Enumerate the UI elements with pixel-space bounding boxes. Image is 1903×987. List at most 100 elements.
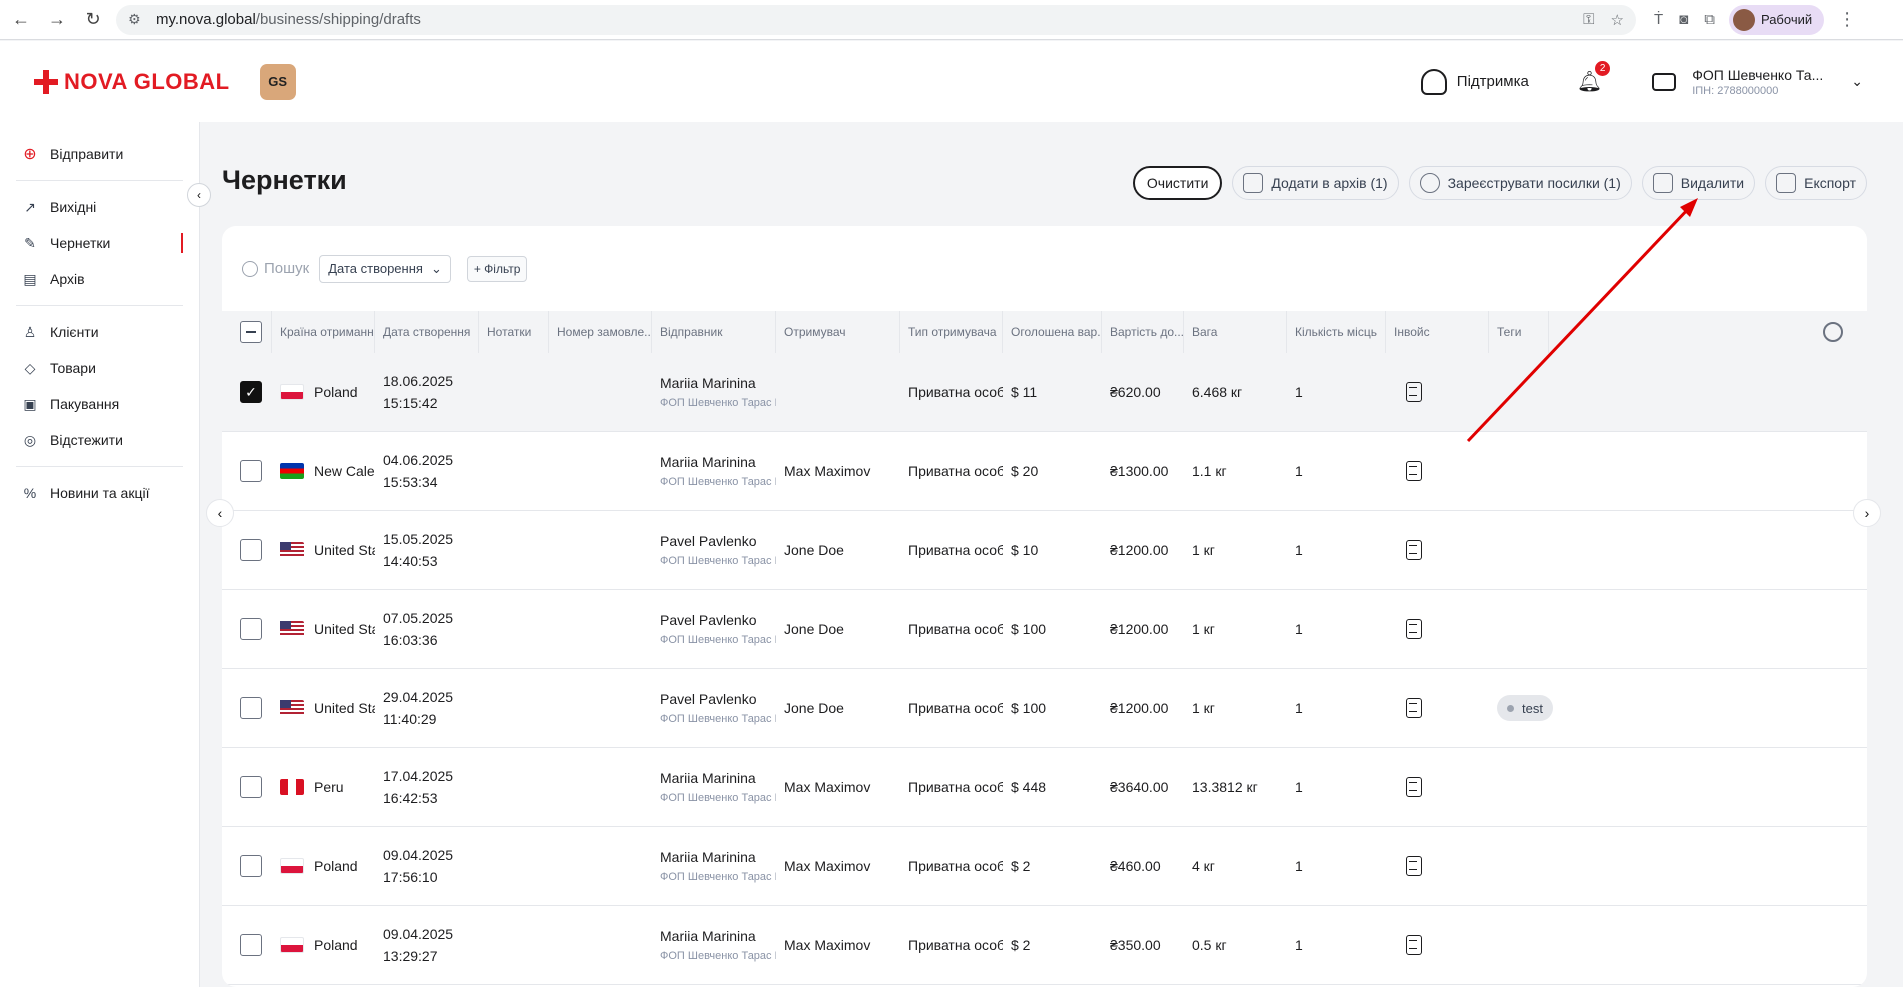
add-filter-button[interactable]: + Фільтр	[466, 255, 528, 282]
row-checkbox[interactable]	[240, 776, 262, 798]
weight: 1 кг	[1192, 700, 1215, 716]
sidebar-item-track[interactable]: ◎ Відстежити	[0, 422, 199, 458]
sender-cell: Pavel Pavlenko ФОП Шевченко Тарас Г...	[652, 669, 776, 747]
sidebar-item-send[interactable]: ⊕ Відправити	[0, 136, 199, 172]
invoice-icon[interactable]	[1406, 461, 1422, 481]
column-header[interactable]: Кількість місць	[1287, 311, 1386, 353]
column-header[interactable]: Вартість до...	[1102, 311, 1184, 353]
nova-global-logo[interactable]: NOVA GLOBAL	[34, 69, 230, 95]
select-all-checkbox[interactable]	[240, 321, 262, 343]
table-row[interactable]: Poland 09.04.2025 17:56:10 Mariia Marinina Ф…	[222, 827, 1867, 906]
extensions-puzzle-icon[interactable]: ⧉	[1704, 11, 1715, 28]
column-header[interactable]: Відправник	[652, 311, 776, 353]
extension-camera-icon[interactable]: ◙	[1679, 11, 1688, 28]
gear-icon[interactable]	[1823, 322, 1843, 342]
invoice-icon[interactable]	[1406, 382, 1422, 402]
created-time: 17:56:10	[383, 869, 438, 885]
sidebar: ⊕ Відправити ↗ Вихідні ✎ Чернетки ▤ Архі…	[0, 122, 200, 987]
invoice-icon[interactable]	[1406, 540, 1422, 560]
column-header[interactable]: Теги	[1489, 311, 1549, 353]
tags-cell	[1489, 511, 1579, 589]
weight: 0.5 кг	[1192, 937, 1227, 953]
scroll-left-button[interactable]: ‹	[206, 499, 234, 527]
invoice-icon[interactable]	[1406, 856, 1422, 876]
column-header[interactable]: Номер замовле...	[549, 311, 652, 353]
sender-company: ФОП Шевченко Тарас Г...	[660, 713, 776, 725]
annotation-arrow-head	[1680, 198, 1698, 217]
row-checkbox[interactable]	[240, 460, 262, 482]
browser-menu-icon[interactable]: ⋮	[1838, 9, 1856, 30]
column-header[interactable]: Інвойс	[1386, 311, 1489, 353]
weight-cell: 1 кг	[1184, 511, 1287, 589]
flag-icon	[280, 858, 304, 874]
row-checkbox[interactable]	[240, 855, 262, 877]
table-row[interactable]: United Stat... 29.04.2025 11:40:29 Pavel Pa…	[222, 669, 1867, 748]
sidebar-item-outgoing[interactable]: ↗ Вихідні	[0, 189, 199, 225]
column-header[interactable]: Дата створення	[375, 311, 479, 353]
column-header[interactable]: Вага	[1184, 311, 1287, 353]
clear-button[interactable]: Очистити	[1132, 166, 1223, 200]
row-checkbox[interactable]	[240, 618, 262, 640]
declared-value: $ 10	[1011, 542, 1039, 558]
sidebar-item-news[interactable]: % Новини та акції	[0, 475, 199, 511]
add-to-archive-label: Додати в архів (1)	[1271, 175, 1388, 191]
table-row[interactable]: United Stat... 07.05.2025 16:03:36 Pavel Pa…	[222, 590, 1867, 669]
table-row[interactable]: ✓ Poland 18.06.2025 15:15:42 Mariia Marinina…	[222, 353, 1867, 432]
sidebar-item-label: Архів	[50, 271, 85, 287]
export-button[interactable]: Експорт	[1765, 166, 1867, 200]
search-input[interactable]: Пошук	[242, 260, 309, 277]
row-checkbox[interactable]	[240, 697, 262, 719]
company-badge[interactable]: GS	[259, 63, 296, 100]
register-parcels-button[interactable]: Зареєструвати посилки (1)	[1408, 166, 1632, 200]
support-button[interactable]: Підтримка	[1420, 68, 1529, 95]
add-to-archive-button[interactable]: Додати в архів (1)	[1232, 166, 1399, 200]
extension-translate-icon[interactable]: Ṫ	[1654, 11, 1663, 28]
sidebar-item-archive[interactable]: ▤ Архів	[0, 261, 199, 297]
delete-button[interactable]: Видалити	[1641, 166, 1756, 200]
notifications-button[interactable]: 🔔︎ 2	[1577, 61, 1611, 94]
table-row[interactable]: New Caled... 04.06.2025 15:53:34 Mariia Mar…	[222, 432, 1867, 511]
bookmark-star-icon[interactable]: ☆	[1611, 11, 1624, 29]
reload-icon[interactable]: ↻	[78, 5, 108, 35]
table-row[interactable]: United Stat... 15.05.2025 14:40:53 Pavel Pa…	[222, 511, 1867, 590]
forward-icon[interactable]: →	[42, 5, 72, 35]
column-header[interactable]: Країна отримання	[272, 311, 375, 353]
scroll-right-button[interactable]: ›	[1853, 499, 1881, 527]
row-checkbox[interactable]	[240, 934, 262, 956]
sidebar-item-clients[interactable]: ♙ Клієнти	[0, 314, 199, 350]
notes-cell	[479, 353, 549, 431]
table-row[interactable]: Peru 17.04.2025 16:42:53 Mariia Marinina ФОП…	[222, 748, 1867, 827]
invoice-icon[interactable]	[1406, 698, 1422, 718]
sidebar-item-goods[interactable]: ◇ Товари	[0, 350, 199, 386]
row-checkbox[interactable]	[240, 539, 262, 561]
tag-chip[interactable]: test	[1497, 695, 1553, 721]
account-switcher[interactable]: ФОП Шевченко Та... ІПН: 2788000000 ⌄	[1652, 67, 1863, 97]
sidebar-item-drafts[interactable]: ✎ Чернетки	[0, 225, 199, 261]
sender-cell: Mariia Marinina ФОП Шевченко Тарас Г...	[652, 432, 776, 510]
places-count: 1	[1295, 463, 1303, 479]
created-date-cell: 18.06.2025 15:15:42	[375, 353, 479, 431]
flag-icon	[280, 621, 304, 637]
profile-chip[interactable]: Рабочий	[1728, 4, 1825, 35]
table-row[interactable]: Poland 09.04.2025 13:29:27 Mariia Marinina Ф…	[222, 906, 1867, 985]
row-select-cell	[222, 748, 272, 826]
invoice-icon[interactable]	[1406, 935, 1422, 955]
column-header[interactable]: Нотатки	[479, 311, 549, 353]
sidebar-collapse-button[interactable]: ‹	[187, 183, 211, 207]
password-key-icon[interactable]: ⚿	[1583, 11, 1594, 29]
invoice-icon[interactable]	[1406, 619, 1422, 639]
back-icon[interactable]: ←	[6, 5, 36, 35]
date-select[interactable]: Дата створення ⌄	[319, 254, 451, 283]
site-settings-icon[interactable]: ⚙	[128, 11, 148, 28]
invoice-icon[interactable]	[1406, 777, 1422, 797]
country-cell: Peru	[272, 748, 375, 826]
address-bar[interactable]: ⚙ my.nova.global/business/shipping/draft…	[116, 4, 1636, 35]
country-cell: Poland	[272, 906, 375, 984]
column-header[interactable]: Оголошена вар...	[1003, 311, 1102, 353]
sidebar-item-packaging[interactable]: ▣ Пакування	[0, 386, 199, 422]
created-date-cell: 04.06.2025 15:53:34	[375, 432, 479, 510]
column-header[interactable]: Тип отримувача	[900, 311, 1003, 353]
column-header[interactable]: Отримувач	[776, 311, 900, 353]
row-checkbox[interactable]: ✓	[240, 381, 262, 403]
places-count: 1	[1295, 779, 1303, 795]
